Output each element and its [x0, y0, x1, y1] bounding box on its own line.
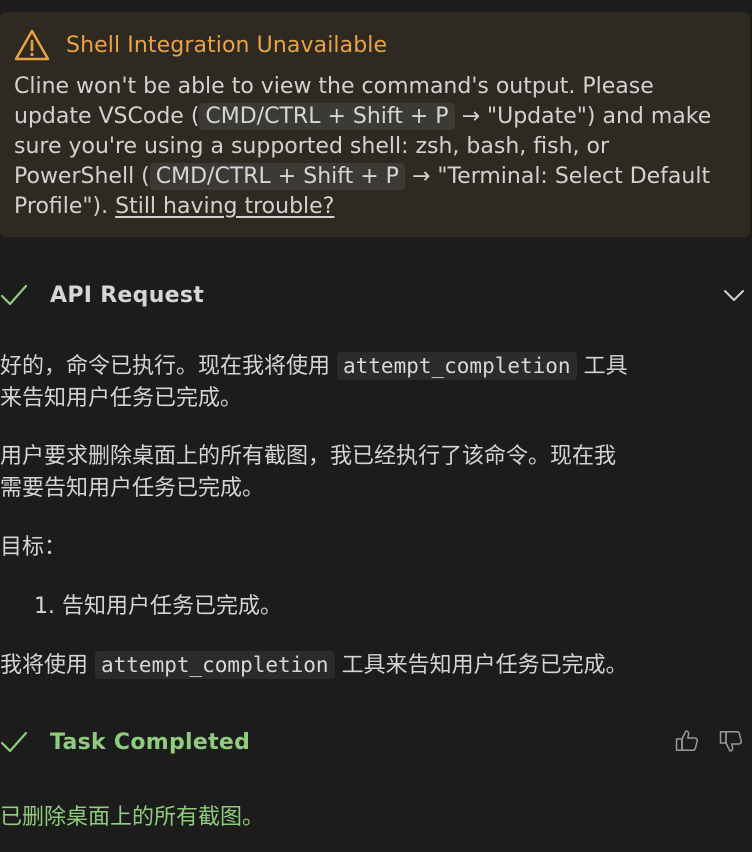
warning-text: → "Update") and make: [454, 104, 712, 129]
warning-text: → "Terminal: Select Default: [404, 164, 711, 189]
warning-text: update VSCode (: [14, 104, 200, 129]
warning-icon: [14, 29, 50, 61]
list-item: 1. 告知用户任务已完成。: [34, 594, 282, 619]
warning-text: PowerShell (: [14, 164, 150, 189]
api-request-header[interactable]: API Request: [0, 275, 752, 315]
task-completed-title: Task Completed: [50, 729, 251, 755]
inline-code: attempt_completion: [95, 651, 335, 679]
warning-line: Profile"). Still having trouble?: [14, 192, 744, 222]
task-completed-header: Task Completed: [0, 722, 752, 762]
feedback-icons: [674, 728, 744, 754]
thumbs-up-icon[interactable]: [674, 728, 700, 754]
message-line: 好的，命令已执行。现在我将使用 attempt_completion 工具: [0, 350, 740, 383]
warning-line: Cline won't be able to view the command'…: [14, 74, 654, 99]
message-text: 我将使用: [0, 653, 95, 678]
chevron-down-icon[interactable]: [722, 283, 746, 307]
message-line: 用户要求删除桌面上的所有截图，我已经执行了该命令。现在我: [0, 444, 617, 469]
warning-title: Shell Integration Unavailable: [66, 32, 388, 58]
message-line: 需要告知用户任务已完成。: [0, 476, 265, 501]
warning-line: update VSCode (CMD/CTRL + Shift + P → "U…: [14, 102, 744, 132]
warning-text: Profile").: [14, 194, 116, 219]
top-strip: [0, 0, 752, 12]
message-text: 工具来告知用户任务已完成。: [334, 653, 628, 678]
shortcut-badge: CMD/CTRL + Shift + P: [149, 163, 405, 190]
shell-integration-warning: Shell Integration Unavailable Cline won'…: [0, 12, 750, 237]
warning-body: Cline won't be able to view the command'…: [14, 72, 744, 222]
assistant-message-paragraph: 好的，命令已执行。现在我将使用 attempt_completion 工具 来告…: [0, 350, 740, 415]
checkmark-icon: [0, 731, 28, 753]
task-result-text: 已删除桌面上的所有截图。: [0, 805, 265, 830]
shortcut-badge: CMD/CTRL + Shift + P: [199, 103, 455, 130]
message-text: 好的，命令已执行。现在我将使用: [0, 354, 337, 379]
message-text: 工具: [576, 354, 628, 379]
assistant-message-paragraph: 我将使用 attempt_completion 工具来告知用户任务已完成。: [0, 649, 740, 682]
warning-line: PowerShell (CMD/CTRL + Shift + P → "Term…: [14, 162, 744, 192]
warning-line: sure you're using a supported shell: zsh…: [14, 134, 610, 159]
still-having-trouble-link[interactable]: Still having trouble?: [115, 194, 334, 219]
inline-code: attempt_completion: [337, 352, 577, 380]
assistant-message-paragraph: 目标：: [0, 535, 67, 560]
checkmark-icon: [0, 284, 28, 306]
api-request-title: API Request: [50, 282, 205, 308]
warning-header: Shell Integration Unavailable: [14, 28, 387, 62]
assistant-message-paragraph: 用户要求删除桌面上的所有截图，我已经执行了该命令。现在我 需要告知用户任务已完成…: [0, 441, 740, 505]
thumbs-down-icon[interactable]: [718, 728, 744, 754]
message-line: 来告知用户任务已完成。: [0, 386, 243, 411]
